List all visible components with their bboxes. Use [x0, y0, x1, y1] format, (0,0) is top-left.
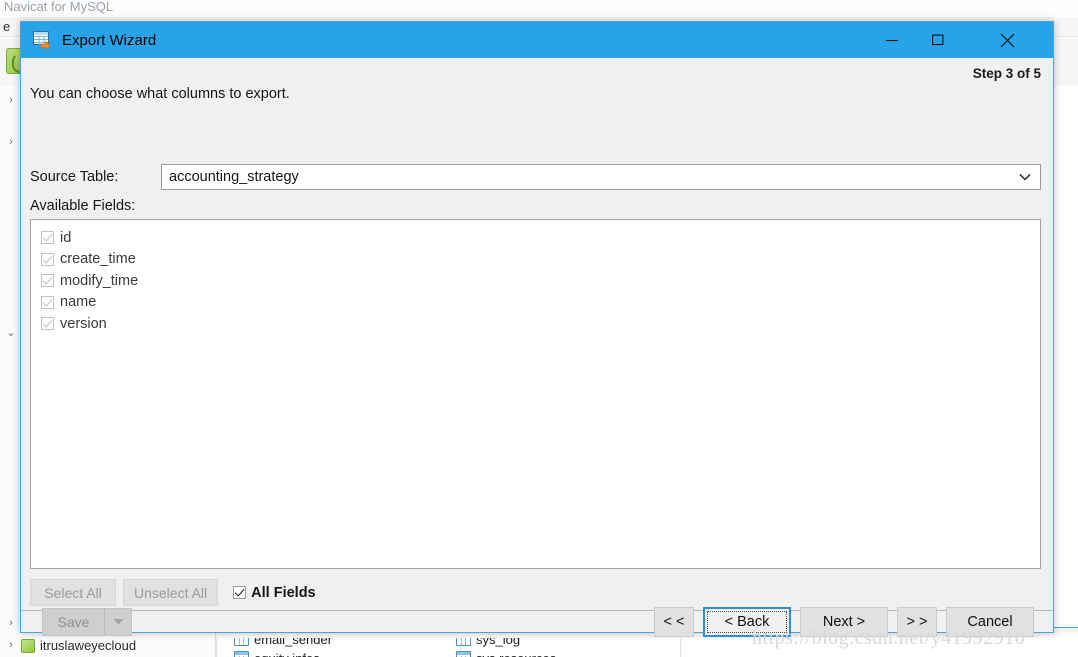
sidebar-item-label: itruslaweyecloud [40, 638, 137, 653]
unselect-all-button[interactable]: Unselect All [123, 579, 219, 606]
dialog-body: Step 3 of 5 You can choose what columns … [21, 58, 1053, 637]
list-item[interactable]: equity infos [234, 648, 320, 657]
table-icon [234, 651, 249, 657]
dialog-instruction: You can choose what columns to export. [30, 86, 290, 102]
menu-item-file[interactable]: e [3, 19, 10, 34]
all-fields-label: All Fields [251, 584, 316, 601]
wizard-nav-buttons: < < < Back Next > > > Cancel [654, 606, 1034, 637]
export-wizard-dialog: Export Wizard Step 3 of 5 You can choose… [20, 21, 1054, 637]
all-fields-toggle[interactable]: All Fields [233, 584, 316, 601]
field-label: id [60, 229, 72, 246]
chevron-down-icon[interactable]: ⌄ [6, 323, 16, 344]
list-item[interactable]: create_time [41, 249, 1040, 271]
dialog-footer: Save < < < Back Next > > > Cancel [21, 606, 1053, 637]
app-title: Navicat for MySQL [0, 0, 1078, 16]
all-fields-checkbox[interactable] [233, 586, 247, 599]
last-step-button[interactable]: > > [897, 606, 937, 637]
field-checkbox[interactable] [41, 231, 54, 245]
field-label: modify_time [60, 272, 139, 289]
next-button[interactable]: Next > [800, 606, 888, 637]
list-item[interactable]: version [41, 313, 1040, 335]
chevron-right-icon[interactable]: › [6, 90, 16, 111]
list-item[interactable]: sys resources [456, 648, 556, 657]
chevron-right-icon[interactable]: › [6, 132, 16, 153]
save-split-button[interactable]: Save [42, 607, 132, 636]
close-button[interactable] [961, 22, 1053, 58]
field-label: create_time [60, 251, 136, 268]
available-fields-label: Available Fields: [30, 198, 136, 214]
first-step-button[interactable]: < < [654, 606, 694, 637]
source-table-row: Source Table: accounting_strategy [30, 164, 1041, 190]
maximize-button[interactable] [915, 22, 961, 58]
source-table-select[interactable]: accounting_strategy [161, 164, 1041, 190]
source-table-value: accounting_strategy [169, 169, 299, 185]
select-all-button[interactable]: Select All [30, 579, 116, 606]
dialog-titlebar[interactable]: Export Wizard [21, 22, 1053, 58]
save-button[interactable]: Save [43, 609, 104, 635]
list-item-label: equity infos [254, 651, 320, 657]
selection-toolbar: Select All Unselect All All Fields [30, 579, 316, 606]
field-checkbox[interactable] [41, 274, 54, 288]
field-checkbox[interactable] [41, 252, 54, 266]
chevron-down-icon[interactable] [1019, 165, 1031, 189]
list-item[interactable]: name [41, 292, 1040, 314]
database-icon [21, 638, 35, 653]
back-button[interactable]: < Back [703, 606, 791, 637]
sidebar-item-db-b[interactable]: › itruslaweyecloud [6, 635, 136, 656]
dialog-title: Export Wizard [62, 31, 157, 49]
chevron-right-icon[interactable]: › [6, 613, 16, 634]
list-item[interactable]: id [41, 227, 1040, 249]
field-label: version [60, 315, 107, 332]
chevron-right-icon[interactable]: › [6, 635, 16, 656]
table-icon [456, 651, 471, 657]
available-fields-list[interactable]: id create_time modify_time name version [30, 219, 1041, 569]
step-indicator: Step 3 of 5 [972, 66, 1041, 81]
minimize-button[interactable] [869, 22, 915, 58]
list-item-label: sys resources [476, 651, 556, 657]
sidebar-scroll-chevron[interactable]: ⌄ [6, 323, 16, 344]
field-checkbox[interactable] [41, 295, 54, 309]
export-table-icon [33, 31, 53, 51]
source-table-label: Source Table: [30, 169, 119, 185]
cancel-button[interactable]: Cancel [946, 606, 1034, 637]
save-dropdown-arrow-icon[interactable] [104, 608, 131, 635]
list-item[interactable]: modify_time [41, 270, 1040, 292]
field-checkbox[interactable] [41, 317, 54, 331]
field-label: name [60, 294, 97, 311]
